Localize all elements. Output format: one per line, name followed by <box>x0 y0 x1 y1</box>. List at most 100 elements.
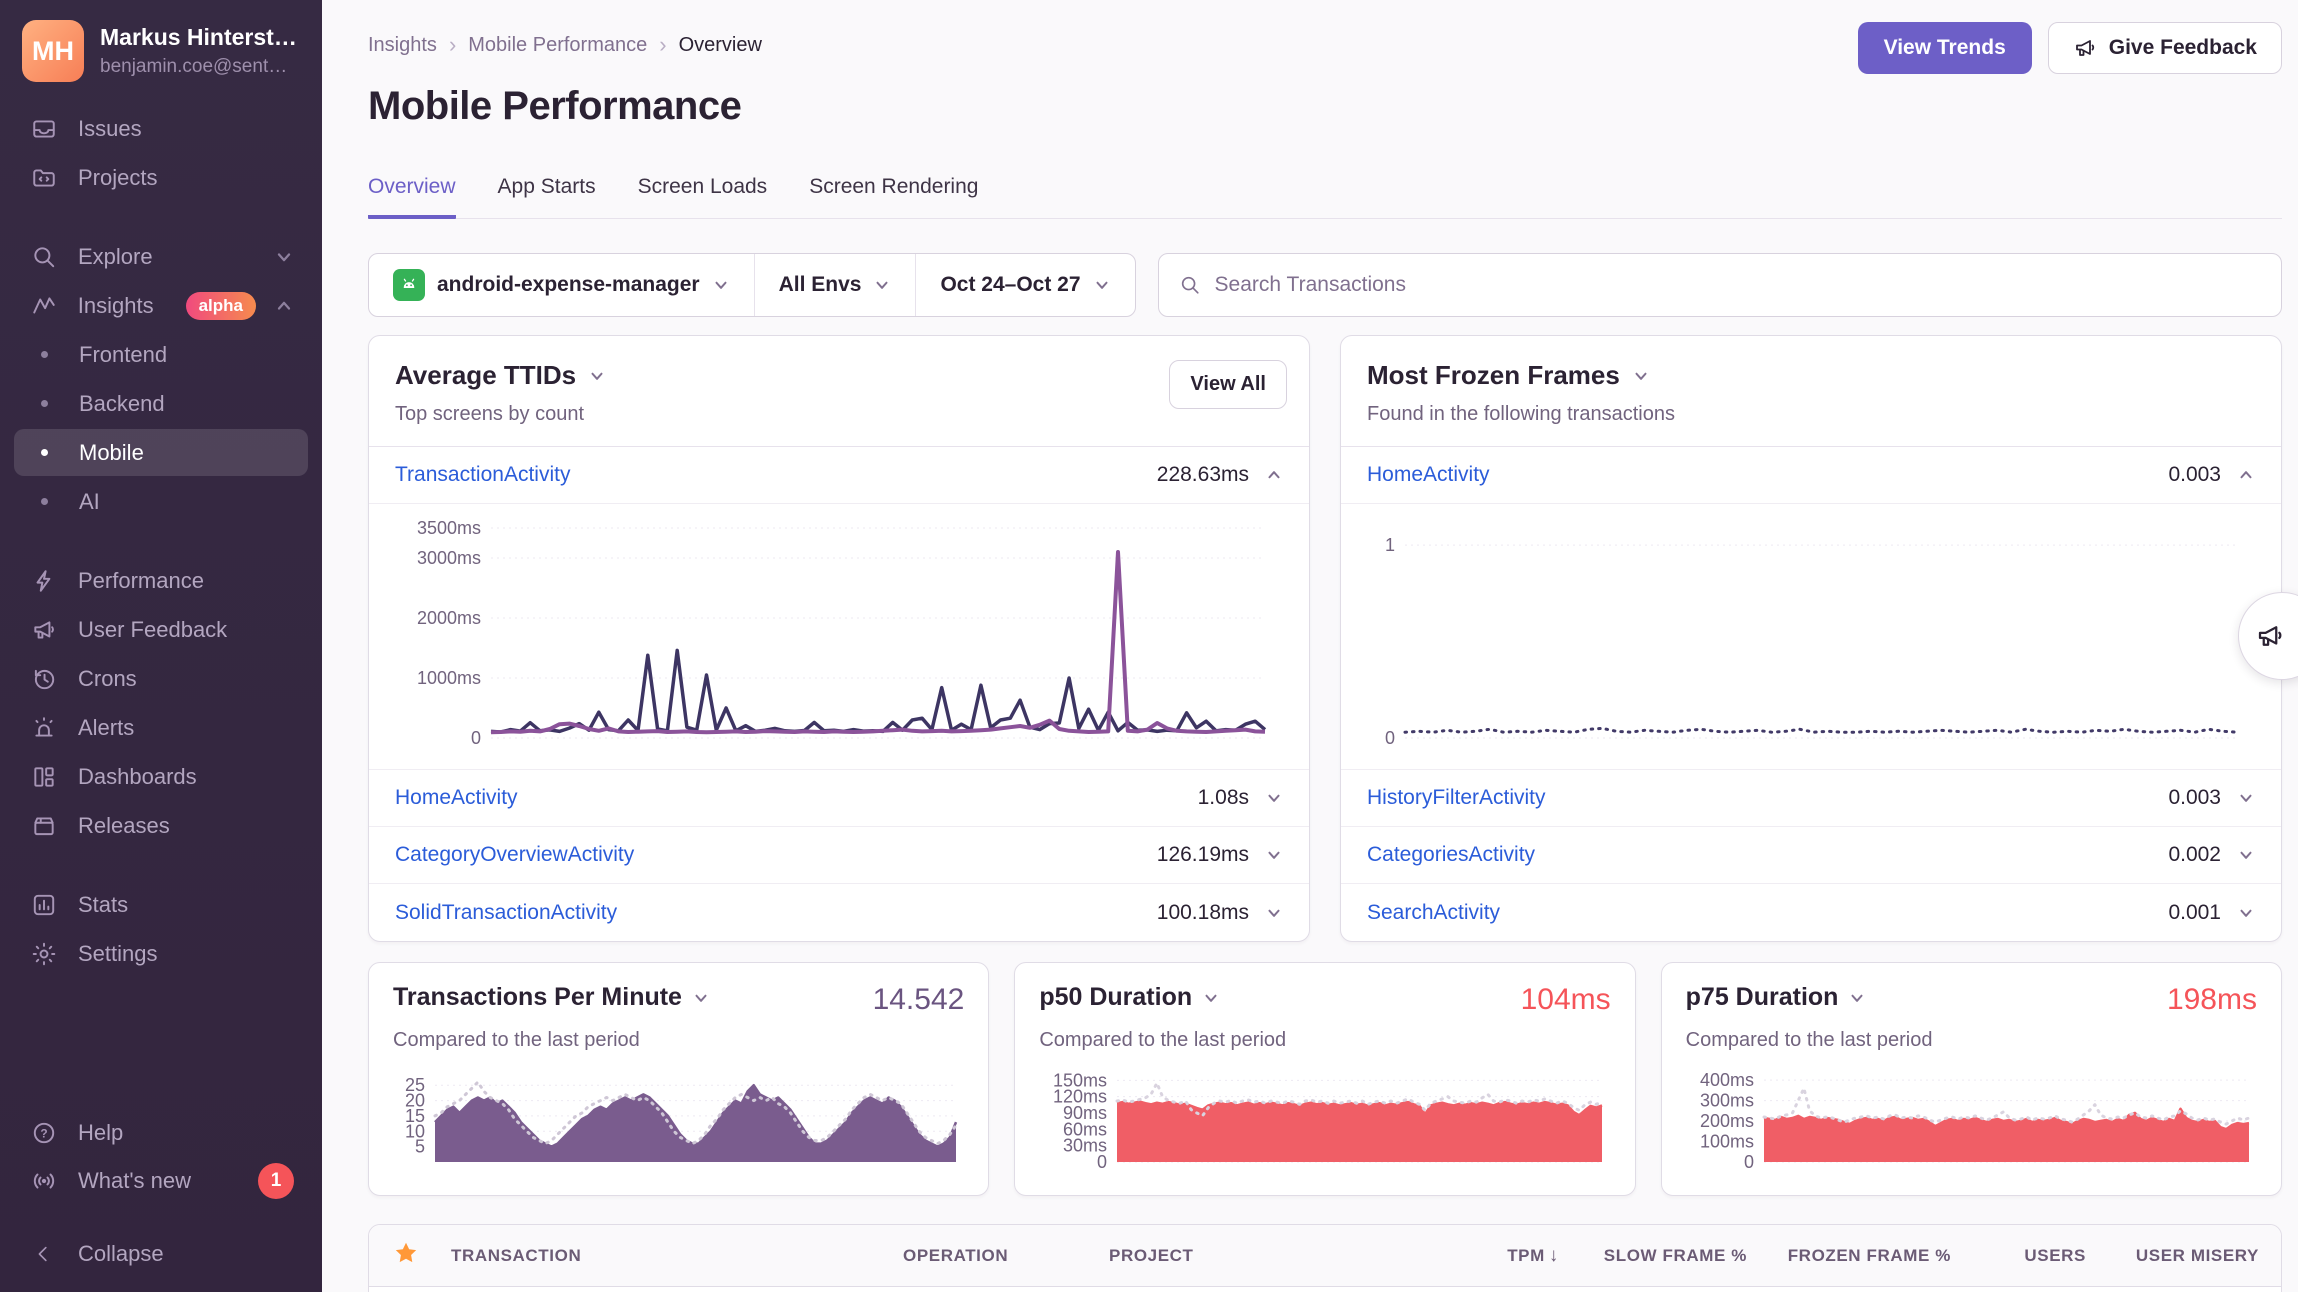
col-frozen-frame[interactable]: FROZEN FRAME % <box>1788 1246 1951 1266</box>
give-feedback-button[interactable]: Give Feedback <box>2048 22 2282 74</box>
sidebar-item-label: Help <box>78 1120 123 1146</box>
transaction-link[interactable]: CategoriesActivity <box>1367 843 1535 867</box>
sidebar-item-crons[interactable]: Crons <box>14 655 308 702</box>
android-icon <box>393 269 425 301</box>
frozen-value: 0.001 <box>2168 901 2221 925</box>
chevron-down-icon[interactable] <box>1265 846 1283 864</box>
sidebar-item-issues[interactable]: Issues <box>14 105 308 152</box>
tab-screen-loads[interactable]: Screen Loads <box>638 175 768 219</box>
sidebar-item-alerts[interactable]: Alerts <box>14 704 308 751</box>
frozen-row-home-activity: HomeActivity 0.003 <box>1341 447 2281 504</box>
view-trends-button[interactable]: View Trends <box>1858 22 2032 74</box>
card-title-row[interactable]: Most Frozen Frames <box>1367 360 2255 391</box>
sidebar-item-label: Projects <box>78 165 157 191</box>
transaction-link[interactable]: TransactionActivity <box>395 463 570 487</box>
sidebar-item-backend[interactable]: Backend <box>14 380 308 427</box>
star-icon[interactable] <box>393 1240 451 1271</box>
sidebar-item-user-feedback[interactable]: User Feedback <box>14 606 308 653</box>
transaction-link[interactable]: CategoryOverviewActivity <box>395 843 634 867</box>
tab-overview[interactable]: Overview <box>368 175 456 219</box>
p75-title: p75 Duration <box>1686 983 1839 1012</box>
svg-text:1: 1 <box>1385 535 1395 555</box>
chevron-down-icon[interactable] <box>2237 904 2255 922</box>
chevron-up-icon <box>274 296 294 316</box>
chevron-down-icon[interactable] <box>2237 846 2255 864</box>
card-title-row[interactable]: Transactions Per Minute <box>393 983 710 1012</box>
col-user-misery[interactable]: USER MISERY <box>2136 1246 2259 1266</box>
search-transactions-box <box>1158 253 2282 317</box>
col-tpm[interactable]: TPM↓ <box>1507 1245 1559 1267</box>
chevron-up-icon[interactable] <box>2237 466 2255 484</box>
filter-bar: android-expense-manager All Envs Oct 24–… <box>368 253 2282 317</box>
sidebar-item-mobile[interactable]: Mobile <box>14 429 308 476</box>
bullet-dot <box>41 400 48 407</box>
table-row: TransactionActivity ui.load android-expe… <box>369 1287 2281 1292</box>
sidebar-item-performance[interactable]: Performance <box>14 557 308 604</box>
col-slow-frame[interactable]: SLOW FRAME % <box>1604 1246 1747 1266</box>
environment-selector-value: All Envs <box>779 273 862 297</box>
col-users[interactable]: USERS <box>2024 1246 2086 1266</box>
breadcrumb-overview: Overview <box>679 34 762 57</box>
tab-app-starts[interactable]: App Starts <box>498 175 596 219</box>
sidebar-item-label: AI <box>79 489 100 515</box>
sidebar-item-whats-new[interactable]: What's new 1 <box>14 1157 308 1204</box>
ttid-value: 100.18ms <box>1157 901 1249 925</box>
card-title-row[interactable]: p75 Duration <box>1686 983 1867 1012</box>
chevron-down-icon[interactable] <box>1265 789 1283 807</box>
sidebar-item-help[interactable]: ? Help <box>14 1109 308 1156</box>
sidebar-item-explore[interactable]: Explore <box>14 233 308 280</box>
sidebar-item-projects[interactable]: Projects <box>14 154 308 201</box>
breadcrumb-mobile-performance[interactable]: Mobile Performance <box>468 34 647 57</box>
chevron-down-icon[interactable] <box>2237 789 2255 807</box>
sidebar-item-frontend[interactable]: Frontend <box>14 331 308 378</box>
tab-screen-rendering[interactable]: Screen Rendering <box>809 175 978 219</box>
bullet-dot <box>41 351 48 358</box>
sidebar-item-stats[interactable]: Stats <box>14 881 308 928</box>
sidebar-item-insights[interactable]: Insights alpha <box>14 282 308 329</box>
chevron-down-icon <box>1202 989 1220 1007</box>
sidebar-item-releases[interactable]: Releases <box>14 802 308 849</box>
notification-badge: 1 <box>258 1163 294 1199</box>
sidebar-collapse-button[interactable]: Collapse <box>14 1230 308 1277</box>
most-frozen-frames-header: Most Frozen Frames Found in the followin… <box>1341 336 2281 447</box>
environment-selector[interactable]: All Envs <box>754 254 916 316</box>
bullet-dot <box>41 498 48 505</box>
frozen-value: 0.002 <box>2168 843 2221 867</box>
breadcrumb-insights[interactable]: Insights <box>368 34 437 57</box>
transaction-link[interactable]: HomeActivity <box>395 786 518 810</box>
card-title-row[interactable]: p50 Duration <box>1039 983 1220 1012</box>
sidebar-item-label: Crons <box>78 666 137 692</box>
chevron-down-icon <box>1632 367 1650 385</box>
search-icon <box>1179 274 1201 296</box>
transaction-link[interactable]: HistoryFilterActivity <box>1367 786 1546 810</box>
view-all-button[interactable]: View All <box>1169 360 1287 409</box>
sidebar-item-dashboards[interactable]: Dashboards <box>14 753 308 800</box>
col-project[interactable]: PROJECT <box>1109 1246 1477 1266</box>
card-title-row[interactable]: Average TTIDs <box>395 360 1283 391</box>
chevron-down-icon <box>1848 989 1866 1007</box>
p50-duration-card: p50 Duration 104ms Compared to the last … <box>1014 962 1635 1196</box>
project-selector-value: android-expense-manager <box>437 273 700 297</box>
stats-icon <box>28 892 60 918</box>
date-range-selector[interactable]: Oct 24–Oct 27 <box>915 254 1134 316</box>
sidebar-item-label: Alerts <box>78 715 134 741</box>
project-selector[interactable]: android-expense-manager <box>369 254 754 316</box>
sidebar-item-label: Settings <box>78 941 158 967</box>
sidebar-item-label: Mobile <box>79 440 144 466</box>
transaction-link[interactable]: SolidTransactionActivity <box>395 901 617 925</box>
user-menu[interactable]: MH Markus Hinterst… benjamin.coe@sent… <box>0 20 322 82</box>
col-operation[interactable]: OPERATION <box>903 1246 1109 1266</box>
top-actions: View Trends Give Feedback <box>1858 22 2282 74</box>
transaction-link[interactable]: HomeActivity <box>1367 463 1490 487</box>
chevron-down-icon[interactable] <box>1265 904 1283 922</box>
sidebar-item-settings[interactable]: Settings <box>14 930 308 977</box>
sidebar-item-ai[interactable]: AI <box>14 478 308 525</box>
sidebar-item-label: Frontend <box>79 342 167 368</box>
sidebar-item-label: Dashboards <box>78 764 197 790</box>
transaction-link[interactable]: SearchActivity <box>1367 901 1500 925</box>
search-transactions-input[interactable] <box>1215 273 2261 297</box>
col-transaction[interactable]: TRANSACTION <box>451 1246 903 1266</box>
svg-text:2000ms: 2000ms <box>417 608 481 628</box>
broadcast-icon <box>28 1168 60 1194</box>
chevron-up-icon[interactable] <box>1265 466 1283 484</box>
